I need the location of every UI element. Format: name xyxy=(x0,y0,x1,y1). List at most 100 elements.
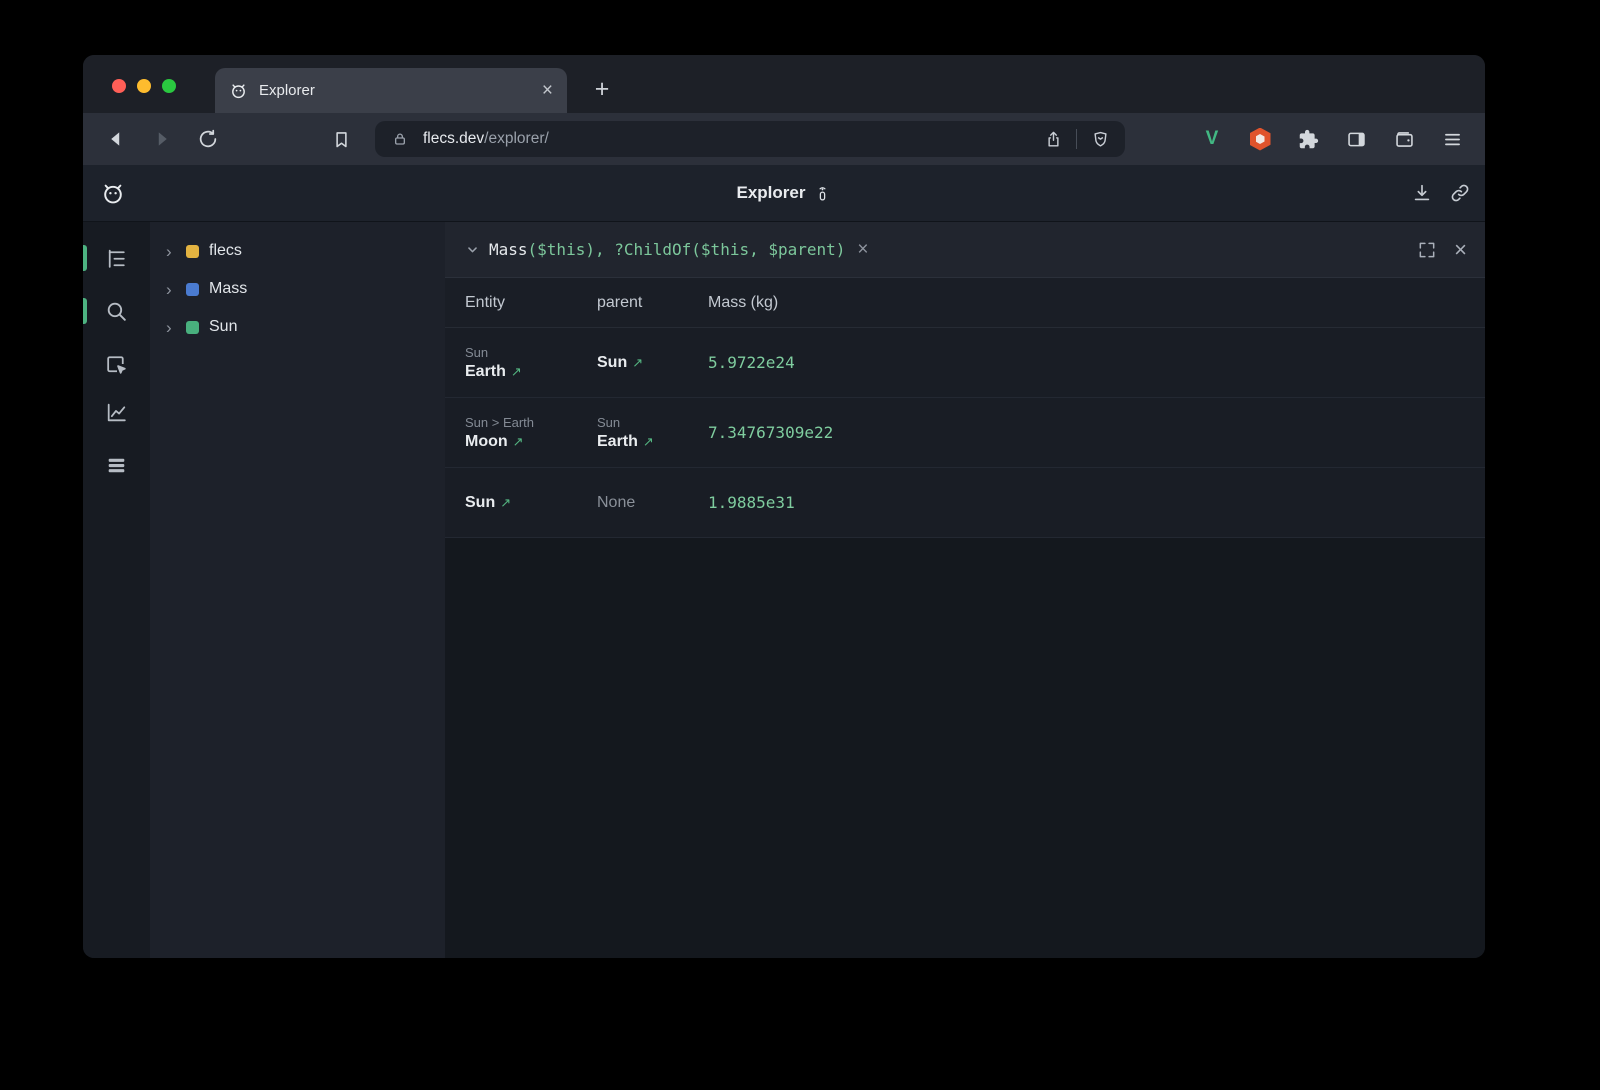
tree-item-mass[interactable]: › Mass xyxy=(150,270,445,308)
query-clear-icon[interactable]: × xyxy=(857,240,868,259)
window-controls xyxy=(112,79,176,93)
download-icon[interactable] xyxy=(1409,180,1435,206)
flecs-logo-icon[interactable] xyxy=(100,180,126,206)
explorer-body: › flecs › Mass › Sun xyxy=(83,222,1485,958)
menu-hamburger-icon[interactable] xyxy=(1435,122,1469,156)
extensions-cluster: V xyxy=(1195,122,1469,156)
reload-button[interactable] xyxy=(191,122,225,156)
address-bar[interactable]: flecs.dev/explorer/ xyxy=(375,121,1125,157)
mass-cell: 7.34767309e22 xyxy=(708,423,1485,442)
query-rest: ($this), ?ChildOf($this, $parent) xyxy=(528,240,846,259)
remote-connection-icon xyxy=(814,185,831,202)
external-link-icon: ↗ xyxy=(632,355,643,371)
column-header-parent[interactable]: parent xyxy=(597,294,708,312)
mass-cell: 1.9885e31 xyxy=(708,493,1485,512)
entity-tree-panel: › flecs › Mass › Sun xyxy=(150,222,445,958)
urlbar-separator xyxy=(1076,129,1077,149)
tree-item-label: flecs xyxy=(209,242,242,260)
query-panel: Mass($this), ?ChildOf($this, $parent) × … xyxy=(445,222,1485,958)
active-indicator-tree xyxy=(83,245,87,271)
new-tab-button[interactable]: + xyxy=(587,74,617,104)
entity-name: Sun xyxy=(465,494,495,512)
active-indicator-query xyxy=(83,298,87,324)
parent-name: Earth xyxy=(597,433,638,451)
results-empty-area xyxy=(445,538,1485,958)
page-title-text: Explorer xyxy=(737,183,806,203)
entity-link[interactable]: Sun ↗ xyxy=(465,494,597,512)
vue-devtools-label: V xyxy=(1206,128,1219,150)
entity-name: Moon xyxy=(465,433,508,451)
entity-path-label: Sun xyxy=(465,345,597,360)
vue-devtools-icon[interactable]: V xyxy=(1195,122,1229,156)
entity-link[interactable]: Moon ↗ xyxy=(465,433,597,451)
fullscreen-icon[interactable] xyxy=(1416,239,1438,261)
back-button[interactable] xyxy=(99,122,133,156)
flecs-explorer-page: Explorer xyxy=(83,165,1485,958)
wallet-icon[interactable] xyxy=(1387,122,1421,156)
minimize-window-button[interactable] xyxy=(137,79,151,93)
header-actions xyxy=(1409,180,1473,206)
tab-title: Explorer xyxy=(259,82,531,99)
mass-value: 7.34767309e22 xyxy=(708,423,1485,442)
chevron-right-icon[interactable]: › xyxy=(166,319,180,336)
hexagon-extension-icon[interactable] xyxy=(1243,122,1277,156)
external-link-icon: ↗ xyxy=(643,434,654,450)
zoom-window-button[interactable] xyxy=(162,79,176,93)
entity-cell: Sun > Earth Moon↗ xyxy=(465,415,597,451)
search-icon[interactable] xyxy=(103,298,130,325)
table-row: Sun Earth ↗ Sun ↗ 5.9722e24 xyxy=(445,328,1485,398)
query-bar: Mass($this), ?ChildOf($this, $parent) × … xyxy=(445,222,1485,278)
url-text: flecs.dev/explorer/ xyxy=(423,130,549,148)
browser-tab[interactable]: Explorer × xyxy=(215,68,567,113)
bookmark-icon[interactable] xyxy=(324,122,358,156)
chevron-down-icon[interactable] xyxy=(463,241,481,259)
results-table-header: Entity parent Mass (kg) xyxy=(445,278,1485,328)
parent-cell: Sun Earth ↗ xyxy=(597,415,708,451)
share-icon[interactable] xyxy=(1040,126,1066,152)
extensions-puzzle-icon[interactable] xyxy=(1291,122,1325,156)
console-log-icon[interactable] xyxy=(103,452,130,479)
inspector-icon[interactable] xyxy=(103,351,130,378)
mass-value: 1.9885e31 xyxy=(708,493,1485,512)
panel-close-icon[interactable]: × xyxy=(1454,239,1467,261)
close-window-button[interactable] xyxy=(112,79,126,93)
tree-item-flecs[interactable]: › flecs xyxy=(150,232,445,270)
entity-cell: Sun Earth ↗ xyxy=(465,345,597,381)
query-term: Mass xyxy=(489,240,528,259)
desktop-background: Explorer × + xyxy=(0,0,1600,1090)
brave-shield-icon[interactable] xyxy=(1087,126,1113,152)
link-icon[interactable] xyxy=(1447,180,1473,206)
page-title: Explorer xyxy=(737,183,832,203)
parent-name: Sun xyxy=(597,354,627,372)
column-header-entity[interactable]: Entity xyxy=(465,294,597,312)
column-header-mass[interactable]: Mass (kg) xyxy=(708,294,1485,312)
sidebar-toggle-icon[interactable] xyxy=(1339,122,1373,156)
parent-link[interactable]: Sun ↗ xyxy=(597,354,708,372)
parent-none-label: None xyxy=(597,494,708,512)
parent-link[interactable]: Earth ↗ xyxy=(597,433,708,451)
entity-name: Earth xyxy=(465,363,506,381)
query-expression[interactable]: Mass($this), ?ChildOf($this, $parent) xyxy=(489,240,845,259)
parent-cell: Sun ↗ xyxy=(597,354,708,372)
external-link-icon: ↗ xyxy=(513,434,524,450)
table-row: Sun ↗ None 1.9885e31 xyxy=(445,468,1485,538)
chevron-right-icon[interactable]: › xyxy=(166,281,180,298)
chevron-right-icon[interactable]: › xyxy=(166,243,180,260)
tree-item-label: Sun xyxy=(209,318,237,336)
mass-value: 5.9722e24 xyxy=(708,353,1485,372)
explorer-header: Explorer xyxy=(83,165,1485,222)
tree-view-icon[interactable] xyxy=(103,245,130,272)
tree-item-sun[interactable]: › Sun xyxy=(150,308,445,346)
external-link-icon: ↗ xyxy=(500,495,511,511)
external-link-icon: ↗ xyxy=(511,364,522,380)
mass-cell: 5.9722e24 xyxy=(708,353,1485,372)
browser-window: Explorer × + xyxy=(83,55,1485,958)
entity-link[interactable]: Earth ↗ xyxy=(465,363,597,381)
stats-chart-icon[interactable] xyxy=(103,399,130,426)
tab-close-icon[interactable]: × xyxy=(542,81,553,100)
table-row: Sun > Earth Moon↗ Sun Earth↗ 7.34767309e… xyxy=(445,398,1485,468)
hexagon-shape xyxy=(1250,128,1271,151)
forward-button[interactable] xyxy=(145,122,179,156)
parent-path-label: Sun xyxy=(597,415,708,430)
tree-item-label: Mass xyxy=(209,280,247,298)
